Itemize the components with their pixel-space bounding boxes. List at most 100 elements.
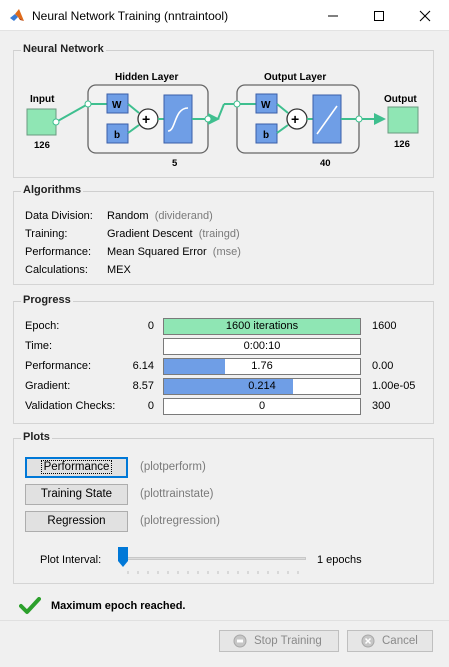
progress-end-value: 1600 [372, 320, 397, 332]
status-message: Maximum epoch reached. [51, 600, 186, 612]
slider-track [118, 557, 306, 560]
progress-row-validation: Validation Checks: 0 0 300 [14, 398, 435, 415]
section-title-progress: Progress [21, 294, 73, 306]
progress-label: Epoch: [25, 320, 60, 332]
plot-regression-button[interactable]: Regression [25, 511, 128, 532]
input-label: Input [30, 94, 55, 105]
progress-label: Gradient: [25, 380, 71, 392]
progress-label: Time: [25, 340, 53, 352]
plot-function: (plotregression) [140, 515, 220, 527]
stop-icon [233, 634, 247, 648]
algorithm-value-text: Random [107, 210, 149, 222]
plot-training-state-button[interactable]: Training State [25, 484, 128, 505]
section-title-algorithms: Algorithms [21, 184, 84, 196]
button-label: Training State [40, 488, 113, 500]
progress-panel: Progress Epoch: 0 1600 iterations 1600 T… [13, 294, 435, 424]
input-block [26, 108, 57, 136]
algorithms-panel: Algorithms Data Division: Random (divide… [13, 184, 434, 285]
output-sum-symbol: + [291, 111, 299, 127]
minimize-button[interactable] [310, 0, 356, 31]
plot-performance-button[interactable]: Performance [25, 457, 128, 478]
footer-divider [0, 620, 449, 621]
plot-interval-value: 1 epochs [317, 554, 362, 566]
validation-progress-bar: 0 [163, 398, 361, 415]
input-size: 126 [34, 140, 50, 151]
output-weight-label: W [261, 100, 271, 111]
output-layer-size: 40 [320, 158, 331, 169]
close-icon [419, 10, 431, 22]
matlab-logo-icon [10, 9, 24, 21]
progress-start-value: 8.57 [132, 380, 154, 392]
title-bar: Neural Network Training (nntraintool) [0, 0, 449, 31]
hidden-bias-label: b [114, 130, 120, 141]
time-progress-bar: 0:00:10 [163, 338, 361, 355]
progress-row-epoch: Epoch: 0 1600 iterations 1600 [14, 318, 435, 335]
section-title-plots: Plots [21, 431, 52, 443]
button-label: Cancel [382, 635, 418, 647]
hidden-weight-label: W [112, 100, 122, 111]
hidden-sum-symbol: + [142, 111, 150, 127]
progress-bar-text: 1600 iterations [225, 320, 299, 332]
progress-bar-text: 0 [258, 400, 266, 412]
algorithm-function: (dividerand) [154, 210, 213, 222]
gradient-progress-bar: 0.214 [163, 378, 361, 395]
output-bias-label: b [263, 130, 269, 141]
progress-start-value: 0 [147, 400, 154, 412]
algorithm-function: (mse) [212, 246, 241, 258]
output-label: Output [384, 94, 417, 105]
output-size: 126 [394, 139, 410, 150]
window-title: Neural Network Training (nntraintool) [32, 9, 229, 23]
hidden-input-node [84, 100, 92, 108]
algorithm-value: Gradient Descent (traingd) [107, 227, 240, 241]
checkmark-icon [19, 597, 41, 614]
button-label: Performance [40, 460, 113, 474]
algorithm-value: Random (dividerand) [107, 209, 213, 223]
algorithm-label: Calculations: [25, 264, 88, 276]
progress-bar-text: 1.76 [251, 360, 273, 372]
algorithm-label: Performance: [25, 246, 92, 258]
button-label: Stop Training [254, 635, 322, 647]
close-button[interactable] [402, 0, 448, 31]
algorithm-value: Mean Squared Error (mse) [107, 245, 241, 259]
algorithm-value-text: Mean Squared Error [107, 246, 207, 258]
progress-start-value: 6.14 [132, 360, 154, 372]
algorithm-value: MEX [107, 263, 131, 277]
epoch-progress-bar: 1600 iterations [163, 318, 361, 335]
progress-row-time: Time: 0:00:10 [14, 338, 435, 355]
output-block [387, 106, 419, 134]
progress-label: Performance: [25, 360, 92, 372]
maximize-button[interactable] [356, 0, 402, 31]
algorithm-value-text: Gradient Descent [107, 228, 193, 240]
algorithm-function: (traingd) [198, 228, 240, 240]
output-layer-input-node [233, 100, 241, 108]
plot-function: (plottrainstate) [140, 488, 214, 500]
progress-end-value: 1.00e-05 [372, 380, 416, 392]
cancel-button[interactable]: Cancel [347, 630, 433, 652]
cancel-icon [361, 634, 375, 648]
hidden-layer-title: Hidden Layer [115, 72, 178, 83]
minimize-icon [328, 15, 338, 17]
input-node [52, 118, 60, 126]
output-layer-output-node [355, 115, 363, 123]
input-connection [55, 103, 89, 123]
hidden-layer-size: 5 [172, 158, 178, 169]
algorithm-label: Training: [25, 228, 68, 240]
plot-interval-slider[interactable] [118, 547, 306, 574]
hidden-output-node [204, 115, 212, 123]
maximize-icon [374, 11, 384, 21]
progress-bar-text: 0.214 [248, 380, 276, 392]
progress-row-gradient: Gradient: 8.57 0.214 1.00e-05 [14, 378, 435, 395]
plots-panel: Plots Performance (plotperform) Training… [13, 431, 434, 584]
progress-bar-text: 0:00:10 [243, 340, 281, 352]
stop-training-button[interactable]: Stop Training [219, 630, 339, 652]
output-layer-input-connection [217, 103, 225, 120]
plot-interval-label: Plot Interval: [40, 554, 102, 566]
algorithm-value-text: MEX [107, 264, 131, 276]
progress-start-value: 0 [147, 320, 154, 332]
slider-thumb[interactable] [118, 547, 128, 567]
plot-function: (plotperform) [140, 461, 206, 473]
button-label: Regression [47, 515, 106, 527]
algorithm-label: Data Division: [25, 210, 93, 222]
slider-ticks [118, 565, 306, 574]
network-diagram: Input 126 Hidden Layer W b + 5 Output La… [26, 72, 419, 169]
